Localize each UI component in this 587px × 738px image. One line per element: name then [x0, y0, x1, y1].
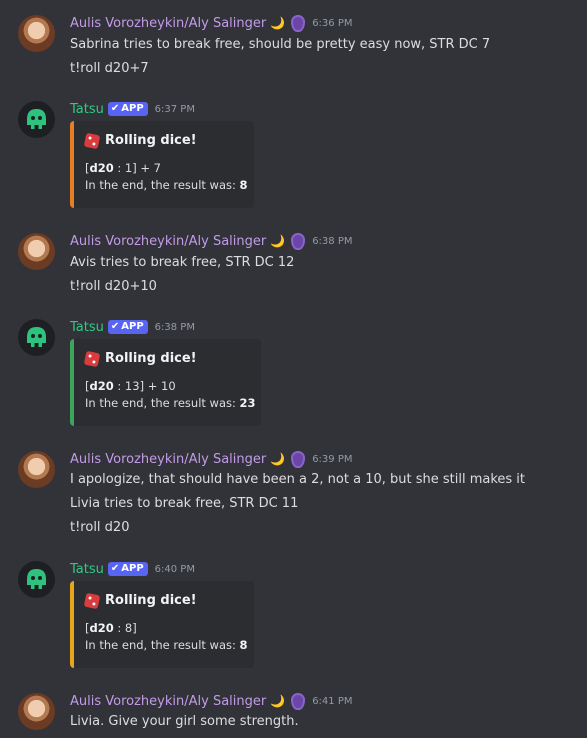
avatar[interactable] [18, 561, 55, 598]
username[interactable]: Tatsu [70, 562, 104, 577]
username[interactable]: Aulis Vorozheykin/Aly Salinger [70, 16, 266, 31]
roll-detail: [d20 : 1] + 7 [85, 161, 162, 175]
app-badge: ✔ APP [107, 102, 148, 116]
timestamp: 6:38 PM [312, 235, 353, 247]
die-icon [83, 132, 101, 149]
tatsu-icon [27, 327, 46, 347]
app-badge: ✔ APP [107, 562, 148, 576]
shield-role-icon[interactable] [291, 450, 306, 468]
roll-detail: [d20 : 13] + 10 [85, 379, 176, 393]
crescent-moon-icon: 🌙 [270, 16, 286, 30]
message-text: Livia tries to break free, STR DC 11 [70, 496, 299, 511]
username[interactable]: Aulis Vorozheykin/Aly Salinger [70, 234, 266, 249]
username[interactable]: Aulis Vorozheykin/Aly Salinger [70, 694, 266, 709]
message-text: t!roll d20 [70, 520, 130, 535]
username[interactable]: Tatsu [70, 102, 104, 117]
timestamp: 6:37 PM [154, 103, 195, 115]
message-header: Tatsu ✔ APP 6:38 PM [70, 318, 195, 336]
app-badge: ✔ APP [107, 320, 148, 334]
avatar[interactable] [18, 101, 55, 138]
crescent-moon-icon: 🌙 [270, 694, 286, 708]
shield-role-icon[interactable] [291, 232, 306, 250]
dice-embed: Rolling dice! [d20 : 1] + 7 In the end, … [70, 121, 254, 208]
avatar[interactable] [18, 451, 55, 488]
message-header: Aulis Vorozheykin/Aly Salinger 🌙 6:38 PM [70, 232, 352, 250]
roll-result: In the end, the result was: 23 [85, 396, 256, 410]
timestamp: 6:36 PM [312, 17, 353, 29]
message-header: Aulis Vorozheykin/Aly Salinger 🌙 6:36 PM [70, 14, 352, 32]
username[interactable]: Aulis Vorozheykin/Aly Salinger [70, 452, 266, 467]
message-text: Livia. Give your girl some strength. [70, 714, 299, 729]
roll-result: In the end, the result was: 8 [85, 178, 248, 192]
message-header: Tatsu ✔ APP 6:37 PM [70, 100, 195, 118]
avatar[interactable] [18, 319, 55, 356]
tatsu-icon [27, 569, 46, 589]
shield-role-icon[interactable] [291, 692, 306, 710]
shield-role-icon[interactable] [291, 14, 306, 32]
avatar[interactable] [18, 233, 55, 270]
die-icon [83, 350, 101, 367]
message-text: Sabrina tries to break free, should be p… [70, 37, 491, 52]
message-text: t!roll d20+7 [70, 61, 149, 76]
die-icon [83, 592, 101, 609]
username[interactable]: Tatsu [70, 320, 104, 335]
avatar[interactable] [18, 15, 55, 52]
timestamp: 6:39 PM [312, 453, 353, 465]
crescent-moon-icon: 🌙 [270, 234, 286, 248]
embed-title: Rolling dice! [83, 350, 197, 367]
timestamp: 6:38 PM [154, 321, 195, 333]
message-text: I apologize, that should have been a 2, … [70, 472, 526, 487]
checkmark-icon: ✔ [110, 563, 120, 574]
dice-embed: Rolling dice! [d20 : 8] In the end, the … [70, 581, 254, 668]
roll-result: In the end, the result was: 8 [85, 638, 248, 652]
message-header: Tatsu ✔ APP 6:40 PM [70, 560, 195, 578]
message-header: Aulis Vorozheykin/Aly Salinger 🌙 6:41 PM [70, 692, 352, 710]
roll-detail: [d20 : 8] [85, 621, 137, 635]
timestamp: 6:40 PM [154, 563, 195, 575]
message-text: Avis tries to break free, STR DC 12 [70, 255, 295, 270]
checkmark-icon: ✔ [110, 321, 120, 332]
avatar[interactable] [18, 693, 55, 730]
tatsu-icon [27, 109, 46, 129]
message-text: t!roll d20+10 [70, 279, 157, 294]
checkmark-icon: ✔ [110, 103, 120, 114]
crescent-moon-icon: 🌙 [270, 452, 286, 466]
message-header: Aulis Vorozheykin/Aly Salinger 🌙 6:39 PM [70, 450, 352, 468]
embed-title: Rolling dice! [83, 592, 197, 609]
dice-embed: Rolling dice! [d20 : 13] + 10 In the end… [70, 339, 261, 426]
embed-title: Rolling dice! [83, 132, 197, 149]
timestamp: 6:41 PM [312, 695, 353, 707]
